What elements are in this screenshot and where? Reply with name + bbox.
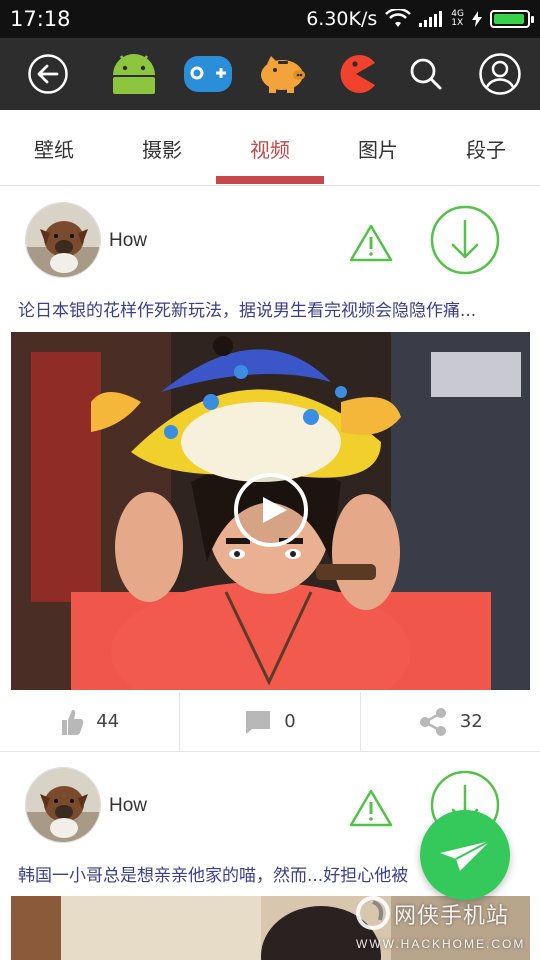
search-icon[interactable] <box>400 48 452 100</box>
comment-icon <box>246 710 271 734</box>
report-warning-icon[interactable] <box>348 222 394 264</box>
network-type: 4G 1X <box>451 9 464 28</box>
pacman-icon[interactable] <box>330 48 382 100</box>
piggy-bank-icon[interactable] <box>256 48 308 100</box>
android-icon[interactable] <box>108 48 160 100</box>
video-thumbnail[interactable] <box>11 332 530 690</box>
author-name[interactable]: How <box>109 795 147 817</box>
gamepad-icon[interactable] <box>182 48 234 100</box>
back-arrow-icon[interactable] <box>22 48 74 100</box>
feed-card: How 论日本银的花样作死新玩法，据说男生看完视频会隐隐作痛... 44 0 3… <box>0 186 540 752</box>
tab-video[interactable]: 视频 <box>216 110 324 186</box>
watermark-url: WWW.HACKHOME.COM <box>356 937 526 951</box>
tab-wallpaper[interactable]: 壁纸 <box>0 110 108 186</box>
share-icon <box>419 707 446 736</box>
status-bar: 17:18 6.30K/s 4G 1X <box>0 0 540 38</box>
publish-fab-button[interactable] <box>420 810 510 900</box>
like-button[interactable]: 44 <box>0 692 181 751</box>
post-title[interactable]: 论日本银的花样作死新玩法，据说男生看完视频会隐隐作痛... <box>18 296 523 321</box>
thumbs-up-icon <box>62 709 84 735</box>
tab-photography[interactable]: 摄影 <box>108 110 216 186</box>
tab-pictures[interactable]: 图片 <box>324 110 432 186</box>
report-warning-icon[interactable] <box>348 787 394 829</box>
net-speed: 6.30K/s <box>306 8 378 30</box>
battery-level <box>494 14 525 24</box>
author-name[interactable]: How <box>109 230 147 252</box>
post-title[interactable]: 韩国一小哥总是想亲亲他家的喵，然而...好担心他被 <box>18 861 438 886</box>
user-profile-icon[interactable] <box>474 48 526 100</box>
battery-icon <box>490 10 534 28</box>
play-button-icon[interactable] <box>232 471 310 549</box>
status-time: 17:18 <box>10 7 71 31</box>
download-icon <box>430 205 500 275</box>
avatar[interactable] <box>25 202 101 278</box>
share-button[interactable]: 32 <box>361 692 540 751</box>
comment-count: 0 <box>284 711 296 732</box>
signal-icon <box>419 11 443 27</box>
category-tabs: 壁纸 摄影 视频 图片 段子 <box>0 110 540 186</box>
site-watermark: 网侠手机站 WWW.HACKHOME.COM <box>350 888 535 958</box>
avatar[interactable] <box>25 767 101 843</box>
active-tab-indicator <box>216 176 324 184</box>
share-count: 32 <box>459 711 483 732</box>
watermark-text: 网侠手机站 <box>394 903 510 928</box>
watermark-logo-icon <box>356 896 390 930</box>
charging-icon <box>472 11 482 27</box>
wifi-icon <box>385 9 412 27</box>
download-button[interactable] <box>430 205 500 275</box>
post-actions: 44 0 32 <box>0 692 540 752</box>
comment-button[interactable]: 0 <box>180 692 361 751</box>
top-toolbar <box>0 38 540 110</box>
like-count: 44 <box>96 711 120 732</box>
paper-plane-icon <box>440 840 491 871</box>
tab-jokes[interactable]: 段子 <box>432 110 540 186</box>
